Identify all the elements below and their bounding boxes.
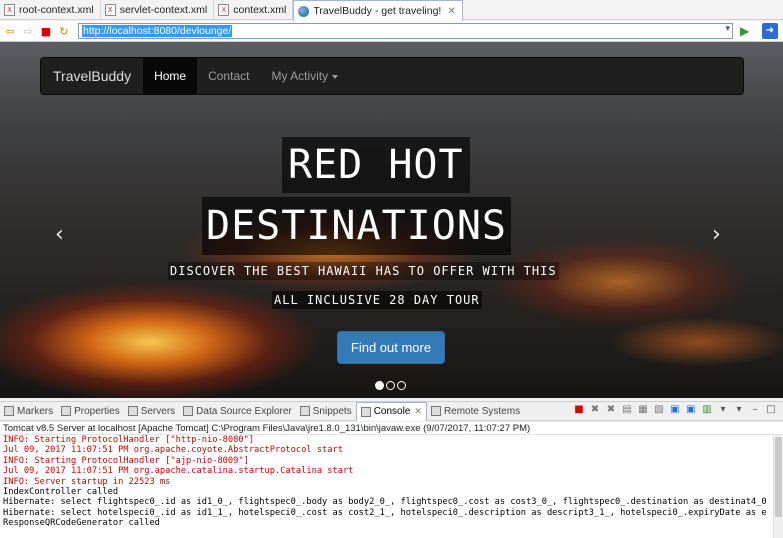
view-tab-label: Snippets [312, 405, 352, 417]
carousel-indicators [375, 381, 408, 390]
terminate-icon[interactable]: ■ [573, 404, 585, 416]
hero-subtitle-line1: DISCOVER THE BEST HAWAII HAS TO OFFER WI… [168, 262, 559, 280]
display-console-icon[interactable]: ▾ [717, 404, 729, 416]
console-line: Jul 09, 2017 11:07:51 PM org.apache.coyo… [3, 445, 343, 456]
carousel-indicator[interactable] [375, 381, 384, 390]
console-output[interactable]: INFO: Starting ProtocolHandler ["http-ni… [0, 435, 783, 538]
url-text: http://localhost:8080/devlounge/ [82, 25, 233, 37]
nav-item-home[interactable]: Home [143, 57, 198, 95]
globe-icon [298, 5, 310, 17]
pin-console-icon[interactable]: ▥ [701, 404, 713, 416]
servers-icon [127, 406, 138, 416]
minimize-icon[interactable]: – [749, 404, 761, 416]
caret-down-icon [332, 74, 339, 79]
editor-tab-root-context[interactable]: X root-context.xml [0, 0, 101, 20]
carousel-indicator[interactable] [397, 381, 406, 390]
tab-console[interactable]: Console ✕ [355, 401, 427, 421]
show-on-error-icon[interactable]: ▣ [685, 404, 697, 416]
snippets-icon [299, 406, 310, 416]
xml-file-icon: X [104, 4, 116, 16]
scroll-lock-icon[interactable]: ▦ [637, 404, 649, 416]
view-tab-label: Data Source Explorer [196, 405, 292, 417]
browser-toolbar: ⇦ ⇨ ■ ↻ http://localhost:8080/devlounge/… [0, 21, 783, 42]
xml-file-icon: X [4, 4, 15, 16]
forward-icon[interactable]: ⇨ [20, 23, 36, 39]
properties-icon [61, 406, 72, 416]
clear-console-icon[interactable]: ▤ [621, 404, 633, 416]
site-navbar: TravelBuddy Home Contact My Activity [40, 57, 744, 95]
scrollbar-thumb[interactable] [775, 437, 782, 517]
datasource-icon [183, 406, 194, 416]
editor-tab-label: servlet-context.xml [119, 4, 208, 16]
refresh-icon[interactable]: ↻ [56, 23, 72, 39]
remove-all-icon[interactable]: ✖ [605, 404, 617, 416]
editor-tab-bar: X root-context.xml X servlet-context.xml… [0, 0, 783, 21]
console-icon [360, 406, 371, 417]
site-brand[interactable]: TravelBuddy [41, 68, 143, 84]
console-process-label: Tomcat v8.5 Server at localhost [Apache … [0, 422, 783, 435]
find-out-more-button[interactable]: Find out more [337, 331, 445, 364]
hero-headline-line2: DESTINATIONS [202, 197, 511, 255]
nav-item-label: My Activity [271, 69, 329, 83]
console-scrollbar[interactable] [773, 435, 783, 538]
console-line: INFO: Starting ProtocolHandler ["ajp-nio… [3, 455, 249, 466]
console-line: Jul 09, 2017 11:07:51 PM org.apache.cata… [3, 466, 354, 477]
remove-launch-icon[interactable]: ✖ [589, 404, 601, 416]
show-on-output-icon[interactable]: ▣ [669, 404, 681, 416]
view-tab-label: Servers [140, 405, 176, 417]
console-toolbar: ■ ✖ ✖ ▤ ▦ ▧ ▣ ▣ ▥ ▾ ▾ – □ [569, 404, 777, 416]
go-icon[interactable]: ▶ [740, 24, 749, 38]
console-line: IndexController called [3, 487, 119, 498]
editor-tab-browser[interactable]: TravelBuddy - get traveling! ✕ [293, 0, 463, 21]
close-icon[interactable]: ✕ [414, 407, 422, 417]
console-line: Hibernate: select flightspec0_.id as id1… [3, 497, 767, 508]
browser-viewport: TravelBuddy Home Contact My Activity RED… [0, 42, 783, 398]
view-tab-label: Console [373, 406, 411, 417]
word-wrap-icon[interactable]: ▧ [653, 404, 665, 416]
nav-item-my-activity[interactable]: My Activity [260, 57, 349, 95]
chevron-down-icon[interactable]: ▾ [725, 24, 730, 34]
tab-servers[interactable]: Servers [124, 402, 179, 421]
markers-icon [4, 406, 14, 416]
tab-remote-systems[interactable]: Remote Systems [427, 402, 524, 421]
url-input[interactable]: http://localhost:8080/devlounge/ ▾ [78, 23, 733, 39]
view-tab-label: Remote Systems [443, 405, 521, 417]
view-tab-label: Properties [74, 405, 120, 417]
stop-icon[interactable]: ■ [38, 23, 54, 39]
view-tab-label: Markers [17, 405, 54, 417]
tab-snippets[interactable]: Snippets [296, 402, 356, 421]
console-line: INFO: Server startup in 22523 ms [3, 476, 171, 487]
maximize-icon[interactable]: □ [765, 404, 777, 416]
tab-properties[interactable]: Properties [57, 402, 124, 421]
views-tab-bar: Markers Properties Servers Data Source E… [0, 401, 783, 421]
nav-item-contact[interactable]: Contact [197, 57, 260, 95]
editor-tab-context[interactable]: X context.xml [214, 0, 294, 20]
console-line: INFO: Starting ProtocolHandler ["http-ni… [3, 435, 255, 445]
editor-tab-servlet-context[interactable]: X servlet-context.xml [101, 0, 215, 20]
hero-headline-line1: RED HOT [282, 137, 470, 193]
carousel-prev-icon[interactable]: ‹ [55, 222, 64, 247]
editor-tab-label: root-context.xml [19, 4, 94, 16]
remote-icon [430, 406, 441, 416]
carousel-indicator[interactable] [386, 381, 395, 390]
carousel-next-icon[interactable]: › [712, 222, 721, 247]
hero-subtitle-line2: ALL INCLUSIVE 28 DAY TOUR [272, 291, 482, 309]
xml-file-icon: X [218, 4, 230, 16]
back-icon[interactable]: ⇦ [2, 23, 18, 39]
open-console-icon[interactable]: ▾ [733, 404, 745, 416]
editor-tab-label: TravelBuddy - get traveling! [313, 5, 442, 17]
tab-markers[interactable]: Markers [0, 402, 57, 421]
external-browser-icon[interactable]: ➜ [762, 23, 778, 39]
tab-data-source-explorer[interactable]: Data Source Explorer [179, 402, 296, 421]
close-tab-icon[interactable]: ✕ [447, 6, 455, 17]
console-line: ResponseQRCodeGenerator called [3, 518, 160, 529]
console-line: Hibernate: select hotelspeci0_.id as id1… [3, 507, 767, 518]
editor-tab-label: context.xml [233, 4, 287, 16]
